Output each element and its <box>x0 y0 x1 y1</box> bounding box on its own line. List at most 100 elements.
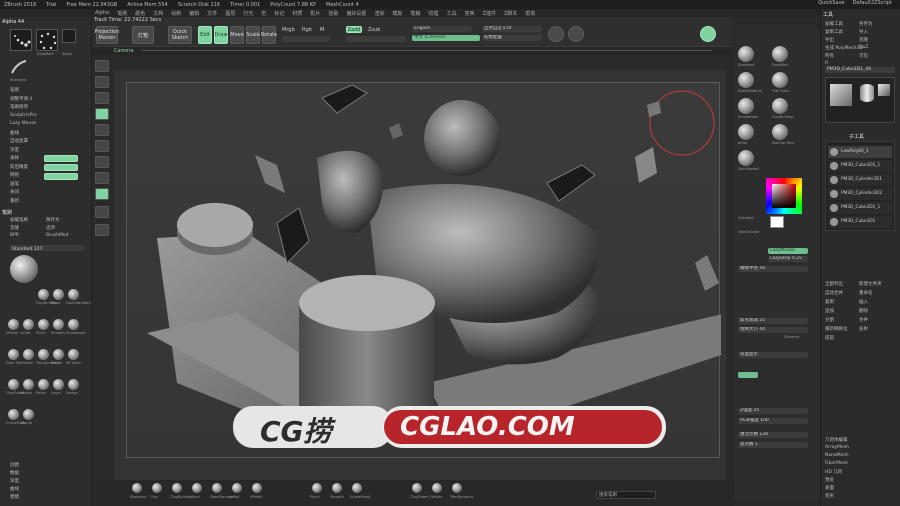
brush-setting-0[interactable]: 笔刷 <box>10 87 19 93</box>
tool-menu-item-7[interactable]: GoZ <box>859 45 868 50</box>
m-toggle[interactable]: M <box>320 27 324 33</box>
tool-menu-item-3[interactable]: 导入 <box>859 29 868 35</box>
brush-menu-item-1[interactable]: 保存为 <box>46 217 60 223</box>
draw-button[interactable]: Draw <box>214 26 228 44</box>
brush-setting-4[interactable]: Lazy Mouse <box>10 121 36 126</box>
zsub-button[interactable]: Zsub <box>368 27 380 33</box>
menu-item-19[interactable]: 工具 <box>447 10 457 17</box>
brush-thumb-13[interactable] <box>53 349 64 360</box>
brush-thumb-14[interactable] <box>68 349 79 360</box>
shelf-brush-0[interactable] <box>132 483 142 493</box>
refresh-icon[interactable] <box>700 26 716 42</box>
shelf-brush-9[interactable] <box>352 483 362 493</box>
spray-swatch[interactable] <box>62 29 76 43</box>
menu-item-5[interactable]: 编辑 <box>189 10 199 17</box>
left-bottom-item-2[interactable]: 深度 <box>10 478 19 484</box>
brush-thumb-20[interactable] <box>8 409 19 420</box>
lazy-mouse-button[interactable]: LazyMouse <box>768 248 808 254</box>
menu-item-3[interactable]: 文档 <box>153 10 163 17</box>
brush-thumb-12[interactable] <box>38 349 49 360</box>
brush-setting-8[interactable]: 采样 <box>10 155 19 161</box>
view-tool-button-3[interactable] <box>95 108 109 120</box>
double-sided-toggle[interactable]: 双面显示 <box>738 352 808 358</box>
timeline[interactable]: Camera <box>92 47 732 55</box>
left-bottom-item-4[interactable]: 建模 <box>10 494 19 500</box>
brush-thumb-5[interactable] <box>8 319 19 330</box>
view-tool-button-4[interactable] <box>95 124 109 136</box>
tool-menu-item-4[interactable]: 导出 <box>825 37 834 43</box>
right-tool-thumb-2[interactable] <box>738 72 754 88</box>
zadd-mini-toggle[interactable] <box>738 372 758 378</box>
zadd-button[interactable]: Zadd <box>346 26 362 33</box>
subtool-action-12[interactable]: 提取 <box>825 335 834 341</box>
subtool-action-8[interactable]: 分割 <box>825 317 834 323</box>
menu-item-12[interactable]: 影片 <box>310 10 320 17</box>
right-tool-thumb-4[interactable] <box>738 98 754 114</box>
subtool-action-4[interactable]: 复制 <box>825 299 834 305</box>
left-bottom-item-3[interactable]: 曲线 <box>10 486 19 492</box>
z-intensity-slider[interactable] <box>346 36 406 42</box>
color-sv-square[interactable] <box>772 184 796 208</box>
mode-button-3[interactable] <box>44 173 78 180</box>
brush-thumb-8[interactable] <box>53 319 64 330</box>
brush-thumb-15[interactable] <box>8 379 19 390</box>
rotate-button[interactable]: Rotate <box>261 26 277 44</box>
shelf-brush-5[interactable] <box>232 483 242 493</box>
brush-thumb-2[interactable] <box>38 289 49 300</box>
quicksave-button[interactable]: QuickSave <box>818 0 844 6</box>
color-picker[interactable] <box>766 178 802 214</box>
tool-section-4[interactable]: HD 几何 <box>825 469 842 475</box>
tool-menu-item-2[interactable]: 复制工具 <box>825 29 843 35</box>
tool-thumb-3[interactable] <box>878 84 890 96</box>
subtool-action-5[interactable]: 插入 <box>859 299 868 305</box>
subtool-action-11[interactable]: 投射 <box>859 326 868 332</box>
view-tool-button-2[interactable] <box>95 92 109 104</box>
subtool-action-1[interactable]: 新建文件夹 <box>859 281 882 287</box>
tool-section-3[interactable]: FiberMesh <box>825 461 848 466</box>
menu-item-23[interactable]: 帮助 <box>525 10 535 17</box>
brush-thumb-19[interactable] <box>68 379 79 390</box>
tool-section-0[interactable]: 几何体编辑 <box>825 437 848 443</box>
brush-thumb-18[interactable] <box>53 379 64 390</box>
menu-item-0[interactable]: Alpha <box>95 10 109 16</box>
brush-setting-9[interactable]: 前后精度 <box>10 164 28 170</box>
tool-thumb-1[interactable] <box>830 84 852 106</box>
main-color-swatch[interactable] <box>770 216 784 228</box>
tool-section-5[interactable]: 预览 <box>825 477 834 483</box>
edit-button[interactable]: Edit <box>198 26 212 44</box>
menu-item-2[interactable]: 颜色 <box>135 10 145 17</box>
right-tool-thumb-6[interactable] <box>738 124 754 140</box>
brush-thumb-3[interactable] <box>53 289 64 300</box>
menu-item-13[interactable]: 拾取 <box>328 10 338 17</box>
brush-setting-5[interactable]: 曲线 <box>10 130 19 136</box>
enable-custom-ui-option[interactable]: 启用自定义UI <box>482 26 542 32</box>
brush-menu-item-3[interactable]: 选项 <box>46 225 55 231</box>
z-intensity-mini-slider[interactable]: Z强度 25 <box>738 408 808 414</box>
brush-thumb-11[interactable] <box>23 349 34 360</box>
shelf-brush-1[interactable] <box>152 483 162 493</box>
brush-thumb-7[interactable] <box>38 319 49 330</box>
shelf-brush-7[interactable] <box>312 483 322 493</box>
move-button[interactable]: Move <box>230 26 244 44</box>
tool-menu-item-9[interactable]: 可见 <box>859 53 868 59</box>
brush-swatch[interactable] <box>10 59 28 77</box>
tool-thumb-2[interactable] <box>860 84 874 102</box>
subtool-row[interactable]: PM3D_Cube3D1 <box>828 216 892 228</box>
document-canvas[interactable] <box>126 82 727 458</box>
brush-setting-1[interactable]: 调整平滑 4 <box>10 96 32 102</box>
tool-section-7[interactable]: 变形 <box>825 493 834 499</box>
language-globe-icon[interactable] <box>568 26 584 42</box>
brush-name-slider[interactable]: Standard 127 <box>10 245 84 252</box>
subtool-row[interactable]: PM3D_Cylinder3D2 <box>828 188 892 200</box>
subtool-action-3[interactable]: 重命名 <box>859 290 873 296</box>
rgb-toggle[interactable]: Rgb <box>302 27 312 33</box>
right-tool-thumb-1[interactable] <box>772 46 788 62</box>
menu-item-14[interactable]: 偏好设置 <box>346 10 366 17</box>
rgb-intensity-slider[interactable] <box>282 36 330 42</box>
shelf-brush-2[interactable] <box>172 483 182 493</box>
subtool-row[interactable]: PM3D_Cube3D1_1 <box>828 202 892 214</box>
tool-menu-item-6[interactable]: 生成 PolyMesh3D <box>825 45 863 51</box>
draw-size-slider[interactable]: 绘制大小 44 <box>738 327 808 333</box>
mode-button-2[interactable] <box>44 164 78 171</box>
brush-search-input[interactable]: 搜索笔刷 <box>596 491 656 499</box>
